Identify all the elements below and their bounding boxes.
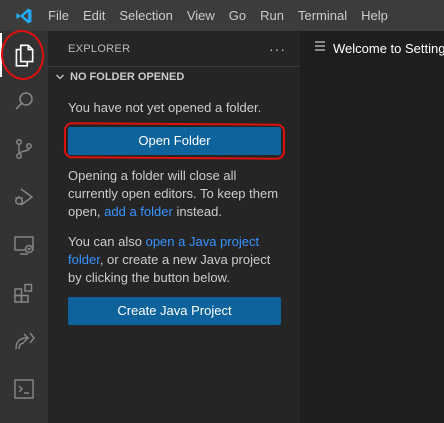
section-header[interactable]: NO FOLDER OPENED xyxy=(48,66,300,87)
annotation-circle xyxy=(0,27,47,83)
menu-help[interactable]: Help xyxy=(354,0,395,31)
add-folder-link[interactable]: add a folder xyxy=(104,204,173,219)
extensions-icon xyxy=(12,281,36,305)
menu-go[interactable]: Go xyxy=(222,0,253,31)
chevron-down-icon xyxy=(52,69,68,85)
vscode-logo-icon xyxy=(0,0,48,31)
remote-explorer-button[interactable] xyxy=(0,223,48,267)
sidebar-title: EXPLORER xyxy=(68,42,131,55)
menu-file[interactable]: File xyxy=(48,0,76,31)
terminal-button[interactable] xyxy=(0,367,48,411)
section-title: NO FOLDER OPENED xyxy=(70,71,185,83)
live-share-button[interactable] xyxy=(0,319,48,363)
tab-label: Welcome to Settings xyxy=(333,41,444,56)
menu-selection[interactable]: Selection xyxy=(112,0,179,31)
opening-note-end: instead. xyxy=(172,204,222,219)
menu-view[interactable]: View xyxy=(180,0,222,31)
run-debug-icon xyxy=(12,185,36,209)
live-share-icon xyxy=(12,329,36,353)
editor-area[interactable] xyxy=(301,66,444,423)
tab-welcome-settings[interactable]: Welcome to Settings xyxy=(301,31,444,66)
settings-file-icon xyxy=(313,39,327,58)
open-folder-wrapper: Open Folder xyxy=(63,122,286,160)
editor-tab-bar: Welcome to Settings xyxy=(301,31,444,66)
menu-terminal[interactable]: Terminal xyxy=(291,0,354,31)
terminal-icon xyxy=(12,377,36,401)
explorer-button[interactable] xyxy=(0,27,48,83)
menu-bar: File Edit Selection View Go Run Terminal… xyxy=(48,0,395,31)
explorer-sidebar: EXPLORER ··· NO FOLDER OPENED You have n… xyxy=(48,31,301,423)
menu-edit[interactable]: Edit xyxy=(76,0,112,31)
menu-run[interactable]: Run xyxy=(253,0,291,31)
remote-explorer-icon xyxy=(12,233,36,257)
source-control-button[interactable] xyxy=(0,127,48,171)
search-icon xyxy=(12,89,36,113)
java-note: You can also open a Java project folder,… xyxy=(68,233,280,287)
run-debug-button[interactable] xyxy=(0,175,48,219)
java-note-text: You can also xyxy=(68,234,146,249)
more-actions-icon[interactable]: ··· xyxy=(269,41,286,57)
title-bar: File Edit Selection View Go Run Terminal… xyxy=(0,0,444,31)
search-button[interactable] xyxy=(0,79,48,123)
no-folder-text: You have not yet opened a folder. xyxy=(68,100,262,115)
opening-note: Opening a folder will close all currentl… xyxy=(68,167,280,221)
annotation-rectangle xyxy=(63,122,286,160)
source-control-icon xyxy=(12,137,36,161)
create-java-project-button[interactable]: Create Java Project xyxy=(68,297,281,325)
activity-bar xyxy=(0,27,48,423)
sidebar-header: EXPLORER ··· xyxy=(48,31,300,66)
extensions-button[interactable] xyxy=(0,271,48,315)
sidebar-content: You have not yet opened a folder. Open F… xyxy=(48,87,300,325)
